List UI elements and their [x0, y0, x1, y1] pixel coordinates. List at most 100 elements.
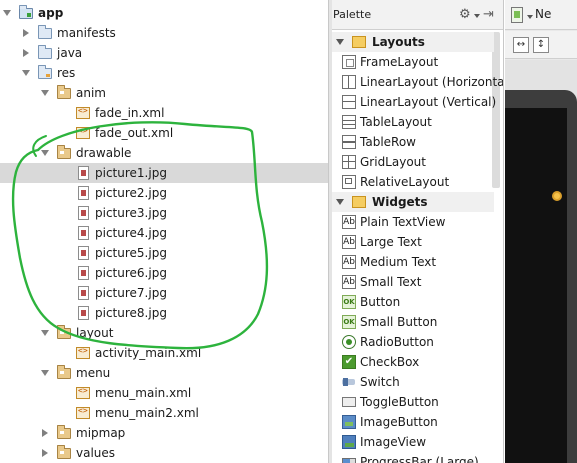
fit-height-icon[interactable]: ↕ — [533, 37, 549, 53]
tree-item[interactable]: menu_main.xml — [0, 383, 328, 403]
tree-item[interactable]: picture5.jpg — [0, 243, 328, 263]
tree-item[interactable]: picture7.jpg — [0, 283, 328, 303]
palette-item[interactable]: TableRow — [332, 132, 494, 152]
tree-item[interactable]: fade_in.xml — [0, 103, 328, 123]
tree-item[interactable]: anim — [0, 83, 328, 103]
tree-item[interactable]: picture1.jpg — [0, 163, 328, 183]
palette-item[interactable]: TableLayout — [332, 112, 494, 132]
fit-width-icon[interactable]: ↔ — [513, 37, 529, 53]
linv-widget-icon — [342, 95, 356, 109]
tree-item[interactable]: drawable — [0, 143, 328, 163]
tree-item-label: layout — [76, 326, 114, 340]
expand-arrow-icon[interactable] — [40, 363, 50, 383]
tree-item-label: menu — [76, 366, 111, 380]
palette-item[interactable]: RadioButton — [332, 332, 494, 352]
tree-item[interactable]: java — [0, 43, 328, 63]
pin-icon[interactable]: ⇥ — [483, 7, 497, 23]
tree-item[interactable]: picture6.jpg — [0, 263, 328, 283]
tree-item[interactable]: fade_out.xml — [0, 123, 328, 143]
folder-icon — [37, 43, 53, 63]
palette-item-label: FrameLayout — [360, 55, 439, 69]
palette-item[interactable]: LinearLayout (Horizontal) — [332, 72, 503, 92]
palette-item[interactable]: OK Small Button — [332, 312, 494, 332]
palette-item[interactable]: ProgressBar (Large) — [332, 452, 494, 463]
tree-item[interactable]: mipmap — [0, 423, 328, 443]
device-frame — [505, 90, 577, 463]
tree-item[interactable]: activity_main.xml — [0, 343, 328, 363]
collapse-arrow-icon[interactable] — [40, 443, 50, 463]
palette-item[interactable]: LinearLayout (Vertical) — [332, 92, 496, 112]
image-file-icon — [75, 203, 91, 223]
xml-file-icon — [75, 123, 91, 143]
palette-item[interactable]: OK Button — [332, 292, 494, 312]
palette-item-label: LinearLayout (Horizontal) — [360, 75, 504, 89]
tree-item[interactable]: layout — [0, 323, 328, 343]
image-file-icon — [75, 223, 91, 243]
expand-arrow-icon[interactable] — [21, 63, 31, 83]
design-canvas[interactable] — [505, 60, 577, 463]
gear-icon[interactable]: ⚙ — [459, 8, 473, 22]
chevron-down-icon[interactable] — [474, 14, 480, 18]
resize-handle[interactable] — [552, 191, 562, 201]
expand-arrow-icon[interactable] — [40, 143, 50, 163]
palette-item-label: TableRow — [360, 135, 416, 149]
palette-item[interactable]: ✔ CheckBox — [332, 352, 494, 372]
device-icon[interactable] — [511, 7, 523, 23]
tree-item[interactable]: picture8.jpg — [0, 303, 328, 323]
tree-item[interactable]: menu_main2.xml — [0, 403, 328, 423]
expand-arrow-icon[interactable] — [40, 83, 50, 103]
tree-item[interactable]: picture3.jpg — [0, 203, 328, 223]
collapse-arrow-icon[interactable] — [40, 423, 50, 443]
expand-arrow-icon[interactable] — [40, 323, 50, 343]
chevron-down-icon[interactable] — [527, 15, 533, 19]
tree-item[interactable]: manifests — [0, 23, 328, 43]
palette-item[interactable]: Ab Medium Text — [332, 252, 494, 272]
palette-category-widgets[interactable]: Widgets — [332, 192, 494, 212]
tree-item-label: picture2.jpg — [95, 186, 167, 200]
palette-item[interactable]: FrameLayout — [332, 52, 494, 72]
palette-item[interactable]: RelativeLayout — [332, 172, 494, 192]
toggle-widget-icon — [342, 397, 356, 407]
palette-item[interactable]: Ab Plain TextView — [332, 212, 494, 232]
palette-item[interactable]: Ab Small Text — [332, 272, 494, 292]
ab-widget-icon: Ab — [342, 215, 356, 229]
package-folder-icon — [56, 443, 72, 463]
palette-category-layouts[interactable]: Layouts — [332, 32, 494, 52]
xml-file-icon — [75, 103, 91, 123]
palette-item[interactable]: ImageButton — [332, 412, 494, 432]
palette-category-label: Layouts — [372, 35, 425, 49]
progress-widget-icon — [342, 458, 356, 463]
palette-item-label: ImageButton — [360, 415, 438, 429]
expand-arrow-icon[interactable] — [336, 199, 344, 205]
tree-item[interactable]: menu — [0, 363, 328, 383]
imgview-widget-icon — [342, 435, 356, 449]
tree-item-label: anim — [76, 86, 106, 100]
tree-item[interactable]: res — [0, 63, 328, 83]
tree-item-label: picture4.jpg — [95, 226, 167, 240]
tree-item[interactable]: picture2.jpg — [0, 183, 328, 203]
collapse-arrow-icon[interactable] — [21, 43, 31, 63]
device-screen[interactable] — [505, 108, 567, 463]
collapse-arrow-icon[interactable] — [21, 23, 31, 43]
tree-item-label: picture5.jpg — [95, 246, 167, 260]
grid-widget-icon — [342, 155, 356, 169]
palette-item[interactable]: Switch — [332, 372, 494, 392]
tree-item-label: picture8.jpg — [95, 306, 167, 320]
app-module-icon — [18, 3, 34, 23]
palette-item[interactable]: ToggleButton — [332, 392, 494, 412]
tree-item[interactable]: app — [0, 3, 328, 23]
tree-item[interactable]: values — [0, 443, 328, 463]
res-folder-icon — [37, 63, 53, 83]
palette-item[interactable]: GridLayout — [332, 152, 494, 172]
device-selector-label[interactable]: Ne — [535, 7, 551, 21]
palette-item[interactable]: ImageView — [332, 432, 494, 452]
xml-file-icon — [75, 383, 91, 403]
expand-arrow-icon[interactable] — [2, 3, 12, 23]
tree-item[interactable]: picture4.jpg — [0, 223, 328, 243]
expand-arrow-icon[interactable] — [336, 39, 344, 45]
tree-item-label: picture3.jpg — [95, 206, 167, 220]
palette-item[interactable]: Ab Large Text — [332, 232, 494, 252]
